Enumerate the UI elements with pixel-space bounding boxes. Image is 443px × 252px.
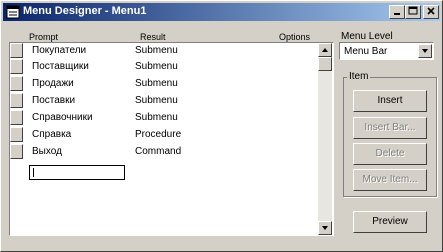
move-item-button-label: Move Item... [362, 174, 418, 185]
title-bar[interactable]: Menu Designer - Menu1 [3, 3, 440, 21]
list-item[interactable]: Поставщики Submenu [10, 59, 320, 75]
new-item-input[interactable] [29, 165, 125, 180]
row-mover-button[interactable] [10, 144, 23, 159]
row-mover-button[interactable] [10, 110, 23, 125]
preview-button-label: Preview [372, 216, 408, 227]
column-header-options: Options [279, 32, 311, 42]
item-prompt[interactable]: Поставки [32, 95, 75, 106]
list-item[interactable]: Справка Procedure [10, 127, 320, 143]
item-result[interactable]: Submenu [135, 95, 178, 106]
move-item-button[interactable]: Move Item... [353, 169, 427, 191]
insert-bar-button[interactable]: Insert Bar... [353, 117, 427, 139]
insert-button[interactable]: Insert [353, 90, 427, 112]
menu-level-label: Menu Level [341, 31, 393, 42]
list-item[interactable]: Покупатели Submenu [10, 43, 320, 59]
arrow-up-icon [322, 48, 328, 52]
row-mover-button[interactable] [10, 127, 23, 142]
row-mover-button[interactable] [10, 59, 23, 74]
item-result[interactable]: Submenu [135, 112, 178, 123]
list-item[interactable]: Выход Command [10, 144, 320, 160]
item-prompt[interactable]: Справка [32, 129, 71, 140]
dropdown-button[interactable] [418, 44, 432, 58]
item-prompt[interactable]: Выход [32, 146, 62, 157]
row-mover-button[interactable] [10, 43, 23, 58]
window-title: Menu Designer - Menu1 [23, 5, 147, 17]
text-caret [33, 168, 34, 177]
row-mover-button[interactable] [10, 76, 23, 91]
item-result[interactable]: Submenu [135, 45, 178, 56]
scroll-down-button[interactable] [318, 221, 332, 235]
scroll-thumb[interactable] [318, 57, 332, 71]
list-item[interactable]: Продажи Submenu [10, 76, 320, 92]
list-item[interactable]: Справочники Submenu [10, 110, 320, 126]
item-result[interactable]: Command [135, 146, 181, 157]
arrow-down-icon [322, 226, 328, 230]
preview-button[interactable]: Preview [353, 211, 427, 233]
item-prompt[interactable]: Продажи [32, 78, 74, 89]
scroll-up-button[interactable] [318, 43, 332, 57]
maximize-icon [408, 6, 418, 15]
item-prompt[interactable]: Справочники [32, 112, 93, 123]
menu-designer-icon [6, 5, 20, 19]
minimize-icon [394, 13, 400, 15]
item-result[interactable]: Submenu [135, 61, 178, 72]
item-prompt[interactable]: Поставщики [32, 61, 89, 72]
chevron-down-icon [422, 49, 428, 53]
column-header-prompt: Prompt [29, 32, 59, 42]
row-mover-button[interactable] [10, 93, 23, 108]
column-header-result: Result [140, 32, 166, 42]
item-result[interactable]: Submenu [135, 78, 178, 89]
close-icon [427, 7, 435, 15]
delete-button-label: Delete [375, 148, 405, 159]
insert-bar-button-label: Insert Bar... [364, 122, 416, 133]
insert-button-label: Insert [377, 95, 403, 106]
menu-level-value: Menu Bar [344, 46, 388, 57]
item-groupbox-title: Item [347, 71, 371, 82]
menu-designer-window: Menu Designer - Menu1 Prompt Result Opti… [0, 0, 443, 252]
vertical-scrollbar[interactable] [318, 43, 332, 235]
list-item[interactable]: Поставки Submenu [10, 93, 320, 109]
item-result[interactable]: Procedure [135, 129, 181, 140]
menu-items-list[interactable]: Покупатели Submenu Поставщики Submenu Пр… [9, 42, 334, 236]
minimize-button[interactable] [389, 5, 405, 19]
maximize-button[interactable] [405, 5, 421, 19]
menu-level-dropdown[interactable]: Menu Bar [339, 42, 434, 60]
delete-button[interactable]: Delete [353, 143, 427, 165]
item-prompt[interactable]: Покупатели [32, 45, 86, 56]
close-button[interactable] [423, 5, 439, 19]
